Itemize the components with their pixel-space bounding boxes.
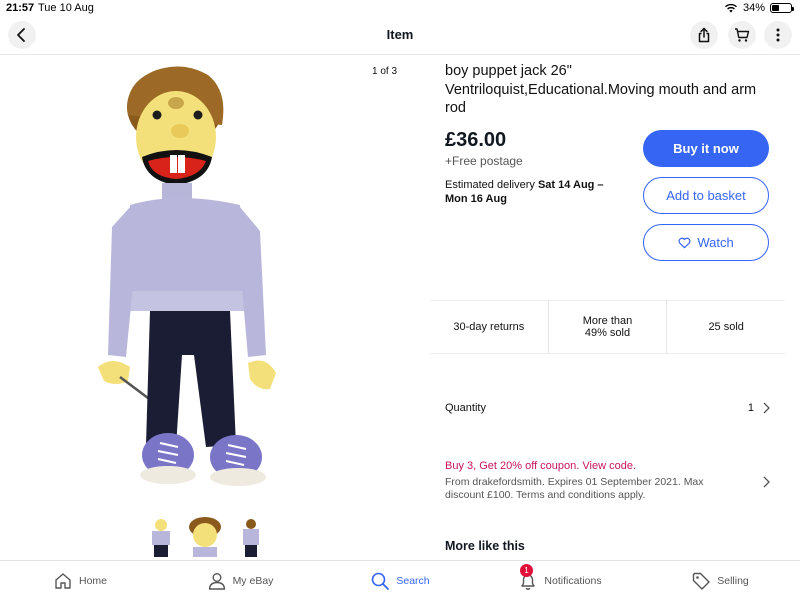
thumbnail-2[interactable] xyxy=(187,517,223,557)
share-button[interactable] xyxy=(690,21,718,49)
add-to-basket-button[interactable]: Add to basket xyxy=(643,177,769,214)
more-icon xyxy=(776,28,780,42)
tab-selling-label: Selling xyxy=(717,574,749,587)
quantity-selector[interactable]: Quantity 1 xyxy=(445,400,770,416)
thumbnail-1[interactable] xyxy=(143,517,179,557)
tab-home[interactable]: Home xyxy=(0,561,160,600)
watch-label: Watch xyxy=(697,235,734,250)
home-icon xyxy=(55,572,71,589)
chevron-right-icon xyxy=(763,402,770,414)
thumbnail-strip xyxy=(143,517,267,557)
thumbnail-3[interactable] xyxy=(231,517,267,557)
status-bar: 21:57 Tue 10 Aug 34% xyxy=(0,0,800,17)
chevron-right-icon xyxy=(763,476,770,488)
stat-percent-sold-label: More than 49% sold xyxy=(582,314,633,340)
puppet-image[interactable] xyxy=(90,55,310,505)
stat-returns: 30-day returns xyxy=(453,320,525,333)
coupon-description: From drakefordsmith. Expires 01 Septembe… xyxy=(445,476,704,501)
status-time: 21:57 xyxy=(6,2,35,14)
tab-home-label: Home xyxy=(78,574,107,587)
add-to-basket-label: Add to basket xyxy=(666,188,746,203)
nav-bar: Item xyxy=(0,17,800,55)
tab-my-ebay[interactable]: My eBay xyxy=(160,561,320,600)
postage-info: +Free postage xyxy=(445,154,523,168)
tab-notifications-label: Notifications xyxy=(544,574,602,587)
cart-icon xyxy=(735,28,750,42)
coupon-title[interactable]: Buy 3, Get 20% off coupon. View code. xyxy=(445,460,770,472)
page-title: Item xyxy=(386,27,414,42)
wifi-icon xyxy=(724,3,737,13)
tag-icon xyxy=(693,572,710,590)
buy-it-now-label: Buy it now xyxy=(673,141,739,156)
battery-percent: 34% xyxy=(742,2,765,14)
more-like-this-heading: More like this xyxy=(445,539,525,553)
tab-my-ebay-label: My eBay xyxy=(232,574,274,587)
item-price: £36.00 xyxy=(445,129,507,151)
item-title: boy puppet jack 26" Ventriloquist,Educat… xyxy=(445,63,757,116)
status-indicators: 34% xyxy=(724,2,794,14)
tab-search-label: Search xyxy=(396,574,430,587)
quantity-label: Quantity xyxy=(445,402,486,414)
delivery-estimate: Estimated delivery Sat 14 Aug – Mon 16 A… xyxy=(445,179,617,206)
more-options-button[interactable] xyxy=(764,21,792,49)
quantity-value: 1 xyxy=(747,402,754,414)
share-icon xyxy=(698,27,710,43)
bottom-tab-bar: Home My eBay Search 1 Notifications Sell… xyxy=(0,560,800,600)
heart-icon xyxy=(678,237,691,248)
coupon-promo[interactable]: Buy 3, Get 20% off coupon. View code. Fr… xyxy=(445,460,770,502)
tab-search[interactable]: Search xyxy=(320,561,480,600)
person-icon xyxy=(208,572,225,590)
buy-it-now-button[interactable]: Buy it now xyxy=(643,130,769,167)
battery-icon xyxy=(770,3,794,13)
watch-button[interactable]: Watch xyxy=(643,224,769,261)
battery-level xyxy=(772,5,779,11)
item-stats: 30-day returns More than 49% sold 25 sol… xyxy=(430,300,785,354)
cart-button[interactable] xyxy=(728,21,756,49)
search-icon xyxy=(372,572,390,590)
stat-percent-sold: More than 49% sold xyxy=(547,301,667,353)
notification-badge: 1 xyxy=(520,564,533,577)
delivery-label: Estimated delivery xyxy=(445,179,535,191)
tab-notifications[interactable]: 1 Notifications xyxy=(480,561,640,600)
image-gallery[interactable]: 1 of 3 xyxy=(0,55,410,560)
tab-selling[interactable]: Selling xyxy=(640,561,800,600)
stat-sold-count: 25 sold xyxy=(666,301,785,353)
image-counter: 1 of 3 xyxy=(372,66,398,77)
status-date: Tue 10 Aug xyxy=(38,2,94,14)
